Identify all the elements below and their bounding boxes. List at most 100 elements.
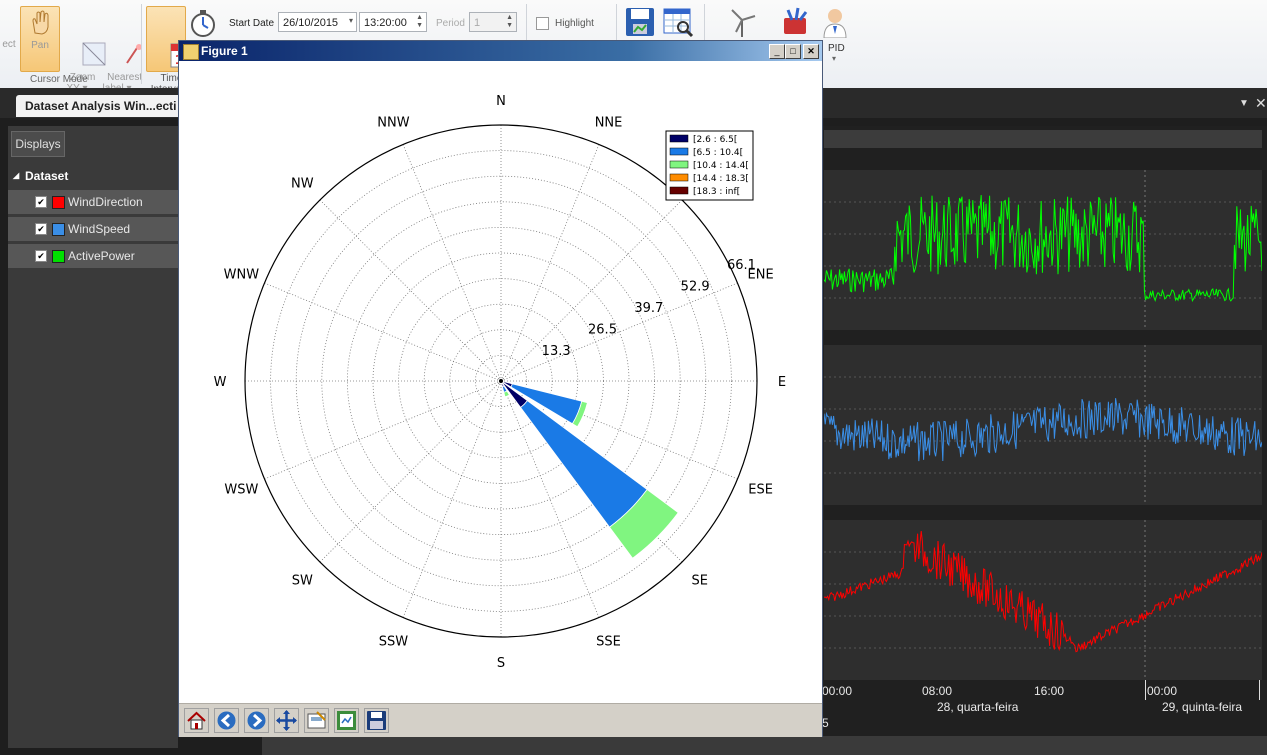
maximize-button[interactable]: □ <box>785 44 801 59</box>
dataset-checkbox[interactable]: ✔ <box>35 196 47 208</box>
highlight-label: Highlight <box>555 18 594 29</box>
direction-spoke <box>402 380 502 618</box>
save-icon <box>367 711 386 730</box>
start-time-stepper[interactable]: 13:20:00 ▲ ▼ <box>359 12 427 32</box>
home-icon <box>187 711 206 730</box>
start-time-value: 13:20:00 <box>364 17 407 29</box>
dataset-item-activepower[interactable]: ✔ ActivePower <box>8 244 178 268</box>
zoom-icon <box>337 711 356 730</box>
period-value: 1 <box>474 17 481 29</box>
direction-label-ssw: SSW <box>379 635 409 650</box>
bottom-bar <box>262 736 1267 755</box>
forward-icon <box>247 711 266 730</box>
legend-label: [2.6 : 6.5[ <box>693 135 737 145</box>
collapse-triangle-icon: ◢ <box>13 171 20 180</box>
save-chart-icon[interactable] <box>624 6 656 38</box>
tab-menu-chevron-icon[interactable]: ▼ <box>1239 98 1249 109</box>
zoom-button[interactable] <box>334 708 359 733</box>
stopwatch-icon[interactable] <box>188 8 218 38</box>
pid-button[interactable] <box>820 6 850 42</box>
direction-spoke <box>319 199 502 382</box>
legend-swatch <box>669 186 689 195</box>
radial-tick-label: 26.5 <box>588 323 617 338</box>
legend-swatch <box>669 160 689 169</box>
hand-icon <box>25 7 55 37</box>
radial-tick-label: 52.9 <box>681 279 710 294</box>
time-tick: 00:00 <box>822 684 853 698</box>
time-tick: 16:00 <box>1034 684 1065 698</box>
day-divider <box>1145 680 1146 700</box>
start-date-value: 26/10/2015 <box>283 17 339 29</box>
edge-label: 5 <box>822 716 829 730</box>
period-stepper[interactable]: 1 ▲ ▼ <box>469 12 517 32</box>
subplots-icon <box>307 711 326 729</box>
date-label: 29, quinta-feira <box>1162 700 1243 714</box>
series-color-swatch <box>52 250 65 263</box>
dataset-item-label: WindDirection <box>68 195 143 209</box>
spinner-arrows-icon: ▲ ▼ <box>416 14 423 29</box>
dataset-checkbox[interactable]: ✔ <box>35 250 47 262</box>
figure-title-bar[interactable]: Figure 1 _ □ ✕ <box>179 41 822 61</box>
windrose-bar-sse-bin2 <box>503 390 510 398</box>
spinner-arrows-icon: ▲ ▼ <box>506 14 513 29</box>
direction-label-nw: NW <box>291 176 314 191</box>
start-date-picker[interactable]: 26/10/2015 ▾ <box>278 12 357 32</box>
direction-label-wnw: WNW <box>224 267 260 282</box>
cursor-mode-group-label: Cursor Mode <box>30 74 88 85</box>
direction-spoke <box>264 282 502 382</box>
back-icon <box>217 711 236 730</box>
figure-window[interactable]: Figure 1 _ □ ✕ 13.326.539.752.966.1NNNEN… <box>178 40 823 737</box>
direction-label-nne: NNE <box>595 115 623 130</box>
dataset-group-header[interactable]: ◢ Dataset <box>8 166 178 186</box>
save-button[interactable] <box>364 708 389 733</box>
period-label: Period <box>436 18 465 29</box>
series-color-swatch <box>52 223 65 236</box>
windrose-chart[interactable]: 13.326.539.752.966.1NNNENEENEEESESESSESS… <box>179 62 822 702</box>
time-series-traces <box>824 170 1262 680</box>
dataset-item-label: ActivePower <box>68 249 135 263</box>
displays-button[interactable]: Displays <box>11 131 65 157</box>
doctor-icon <box>823 9 847 39</box>
ribbon-separator <box>141 4 142 84</box>
dataset-checkbox[interactable]: ✔ <box>35 223 47 235</box>
direction-spoke <box>319 380 502 563</box>
nearest-label-icon <box>102 28 142 64</box>
chevron-down-icon[interactable]: ▾ <box>832 54 836 63</box>
direction-spoke <box>402 144 502 382</box>
tab-dataset-analysis[interactable]: Dataset Analysis Win...ecti <box>16 95 186 117</box>
home-button[interactable] <box>184 708 209 733</box>
back-button[interactable] <box>214 708 239 733</box>
chevron-down-icon: ▾ <box>348 16 353 25</box>
select-tool-label: ect <box>2 39 16 50</box>
pan-icon <box>276 710 297 731</box>
close-icon[interactable]: ✕ <box>1255 95 1267 112</box>
forward-button[interactable] <box>244 708 269 733</box>
figure-toolbar <box>179 703 822 737</box>
subplots-button[interactable] <box>304 708 329 733</box>
series-color-swatch <box>52 196 65 209</box>
pan-tool-button[interactable]: Pan <box>20 6 60 72</box>
zoom-xy-icon <box>62 28 106 66</box>
direction-label-wsw: WSW <box>224 483 258 498</box>
pan-button[interactable] <box>274 708 299 733</box>
direction-label-ene: ENE <box>748 267 774 282</box>
direction-label-nnw: NNW <box>377 115 409 130</box>
tools-icon[interactable] <box>780 6 812 38</box>
legend-label: [18.3 : inf[ <box>693 187 740 197</box>
legend-label: [6.5 : 10.4[ <box>693 148 743 158</box>
direction-label-sse: SSE <box>596 635 621 650</box>
pid-label: PID <box>828 43 845 54</box>
calendar-icon: 12 <box>151 29 196 68</box>
direction-spoke <box>500 199 683 382</box>
dataset-item-windspeed[interactable]: ✔ WindSpeed <box>8 217 178 241</box>
minimize-button[interactable]: _ <box>769 44 785 59</box>
day-divider <box>1259 680 1260 700</box>
highlight-checkbox[interactable] <box>536 17 549 30</box>
close-button[interactable]: ✕ <box>803 44 819 59</box>
legend-label: [10.4 : 14.4[ <box>693 161 749 171</box>
table-search-icon[interactable] <box>662 6 694 38</box>
dataset-item-winddirection[interactable]: ✔ WindDirection <box>8 190 178 214</box>
figure-title: Figure 1 <box>201 44 248 58</box>
wind-turbine-icon[interactable] <box>726 6 758 38</box>
polar-center <box>499 379 503 383</box>
